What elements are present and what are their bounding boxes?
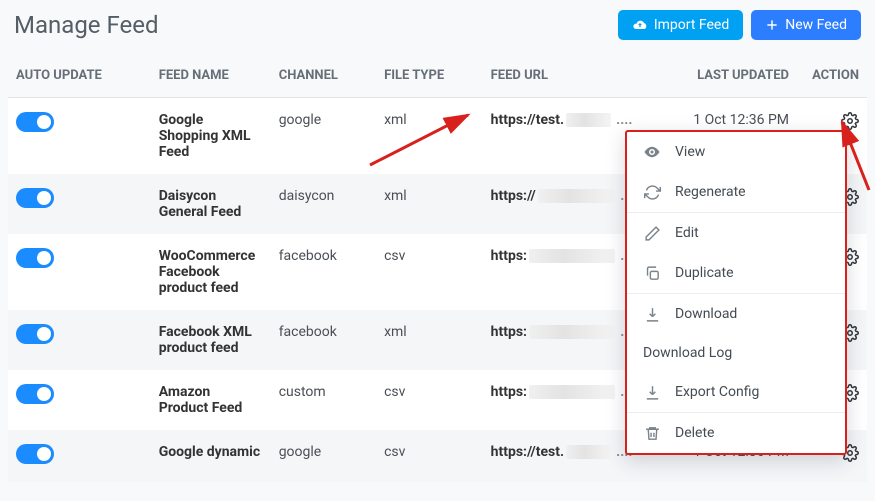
menu-download[interactable]: Download bbox=[627, 294, 845, 334]
gear-icon[interactable] bbox=[841, 112, 859, 130]
feed-name-cell: Google dynamic bbox=[151, 430, 271, 482]
eye-icon bbox=[643, 143, 661, 161]
auto-update-toggle[interactable] bbox=[16, 248, 54, 268]
feed-name-cell: Daisycon General Feed bbox=[151, 174, 271, 234]
auto-update-toggle[interactable] bbox=[16, 444, 54, 464]
menu-view-label: View bbox=[675, 144, 705, 160]
menu-export-config-label: Export Config bbox=[675, 384, 759, 400]
menu-download-log-label: Download Log bbox=[643, 345, 732, 361]
channel-cell: facebook bbox=[271, 310, 376, 370]
refresh-icon bbox=[643, 183, 661, 201]
menu-edit[interactable]: Edit bbox=[627, 213, 845, 253]
file-type-cell: csv bbox=[376, 370, 483, 430]
new-feed-button[interactable]: New Feed bbox=[751, 10, 861, 40]
auto-update-toggle[interactable] bbox=[16, 384, 54, 404]
col-last-updated: LAST UPDATED bbox=[640, 58, 797, 98]
plus-icon bbox=[765, 18, 779, 32]
col-file-type: FILE TYPE bbox=[376, 58, 483, 98]
feed-name-cell: WooCommerce Facebook product feed bbox=[151, 234, 271, 310]
menu-view[interactable]: View bbox=[627, 132, 845, 172]
import-feed-label: Import Feed bbox=[654, 17, 729, 33]
menu-regenerate-label: Regenerate bbox=[675, 184, 746, 200]
channel-cell: custom bbox=[271, 370, 376, 430]
feed-url-cell[interactable]: https:... bbox=[483, 370, 641, 430]
auto-update-toggle[interactable] bbox=[16, 188, 54, 208]
file-type-cell: csv bbox=[376, 430, 483, 482]
trash-icon bbox=[643, 424, 661, 442]
menu-download-label: Download bbox=[675, 306, 737, 322]
feed-url-cell[interactable]: https://test..... bbox=[483, 430, 641, 482]
menu-regenerate[interactable]: Regenerate bbox=[627, 172, 845, 212]
feed-url-cell[interactable]: https:... bbox=[483, 234, 641, 310]
file-type-cell: csv bbox=[376, 234, 483, 310]
file-type-cell: xml bbox=[376, 174, 483, 234]
col-channel: CHANNEL bbox=[271, 58, 376, 98]
feed-url-cell[interactable]: https://... bbox=[483, 174, 641, 234]
file-type-cell: xml bbox=[376, 310, 483, 370]
page-title: Manage Feed bbox=[14, 11, 158, 39]
channel-cell: google bbox=[271, 98, 376, 175]
menu-edit-label: Edit bbox=[675, 225, 699, 241]
export-icon bbox=[643, 383, 661, 401]
col-feed-name: FEED NAME bbox=[151, 58, 271, 98]
download-icon bbox=[643, 305, 661, 323]
feed-url-cell[interactable]: https://test..... bbox=[483, 98, 641, 175]
action-menu[interactable]: View Regenerate Edit Duplicate Download … bbox=[625, 130, 847, 455]
channel-cell: facebook bbox=[271, 234, 376, 310]
new-feed-label: New Feed bbox=[785, 17, 847, 33]
feed-name-cell: Facebook XML product feed bbox=[151, 310, 271, 370]
col-action: ACTION bbox=[797, 58, 867, 98]
col-auto-update: AUTO UPDATE bbox=[8, 58, 151, 98]
feed-url-cell[interactable]: https:... bbox=[483, 310, 641, 370]
channel-cell: google bbox=[271, 430, 376, 482]
cloud-upload-icon bbox=[632, 17, 648, 33]
menu-duplicate-label: Duplicate bbox=[675, 265, 734, 281]
channel-cell: daisycon bbox=[271, 174, 376, 234]
menu-duplicate[interactable]: Duplicate bbox=[627, 253, 845, 293]
menu-delete-label: Delete bbox=[675, 425, 714, 441]
duplicate-icon bbox=[643, 264, 661, 282]
feed-name-cell: Amazon Product Feed bbox=[151, 370, 271, 430]
auto-update-toggle[interactable] bbox=[16, 324, 54, 344]
menu-delete[interactable]: Delete bbox=[627, 413, 845, 453]
col-feed-url: FEED URL bbox=[483, 58, 641, 98]
menu-download-log[interactable]: Download Log bbox=[627, 334, 845, 372]
edit-icon bbox=[643, 224, 661, 242]
auto-update-toggle[interactable] bbox=[16, 112, 54, 132]
file-type-cell: xml bbox=[376, 98, 483, 175]
import-feed-button[interactable]: Import Feed bbox=[618, 10, 743, 40]
feed-name-cell: Google Shopping XML Feed bbox=[151, 98, 271, 175]
menu-export-config[interactable]: Export Config bbox=[627, 372, 845, 412]
